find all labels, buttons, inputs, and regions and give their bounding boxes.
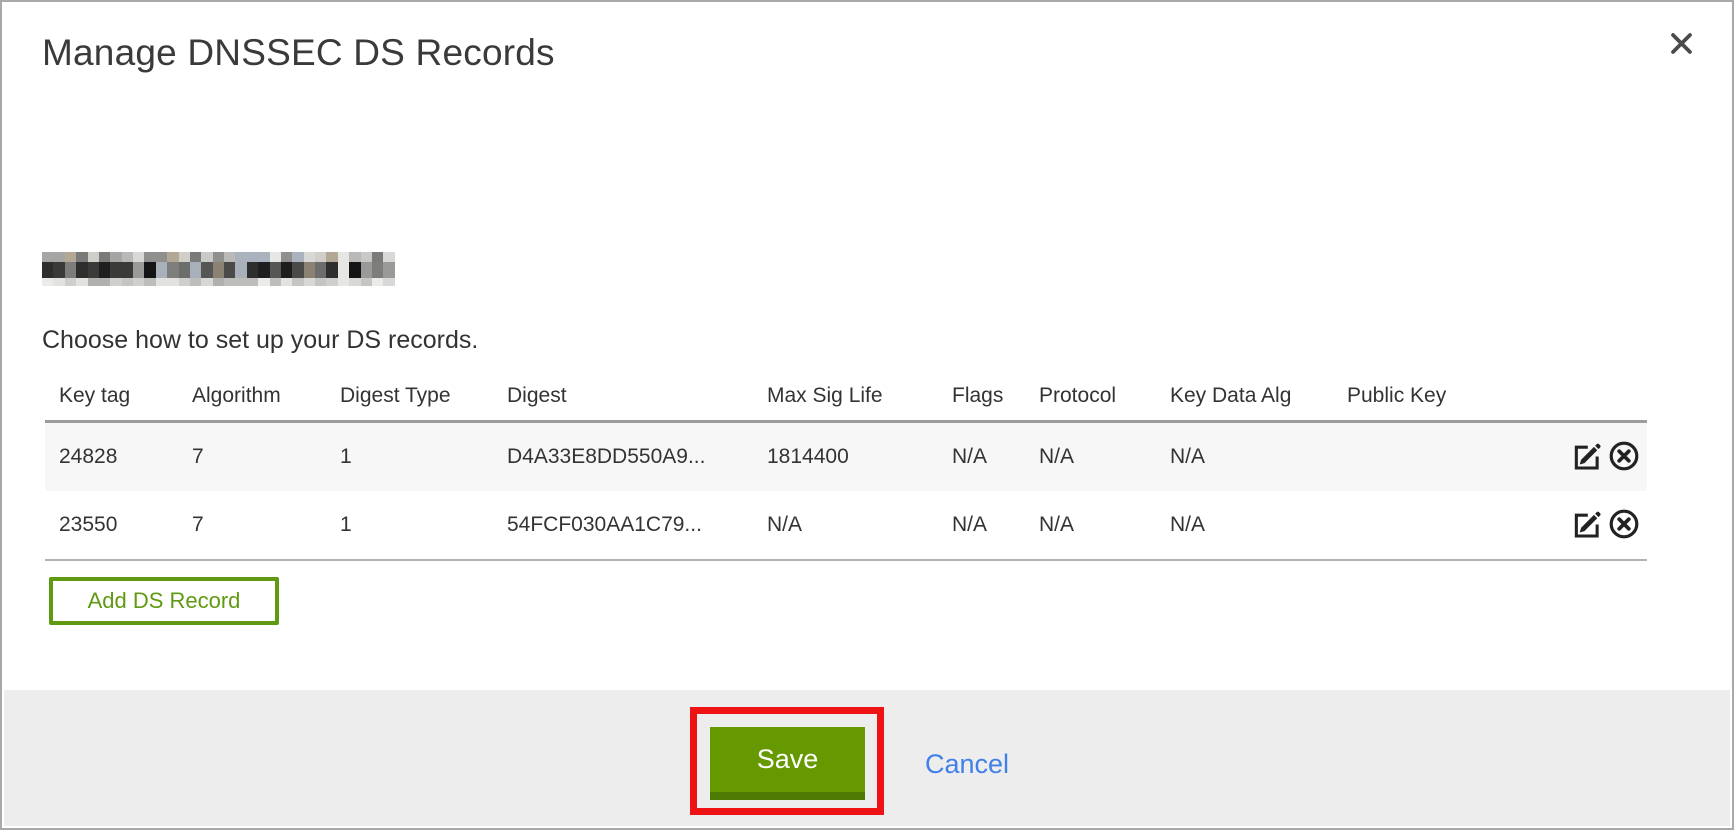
col-header-key-tag: Key tag — [59, 384, 192, 408]
cell-digest: D4A33E8DD550A9... — [507, 445, 767, 469]
cell-protocol: N/A — [1039, 513, 1170, 537]
col-header-algorithm: Algorithm — [192, 384, 340, 408]
cell-key-data-alg: N/A — [1170, 513, 1347, 537]
table-row: 24828 7 1 D4A33E8DD550A9... 1814400 N/A … — [45, 423, 1647, 491]
instruction-text: Choose how to set up your DS records. — [42, 326, 478, 355]
table-row: 23550 7 1 54FCF030AA1C79... N/A N/A N/A … — [45, 491, 1647, 559]
cell-flags: N/A — [952, 513, 1039, 537]
cell-key-tag: 23550 — [59, 513, 192, 537]
col-header-public-key: Public Key — [1347, 384, 1507, 408]
delete-x-circle-icon — [1608, 440, 1640, 475]
edit-icon — [1571, 440, 1603, 475]
cell-digest-type: 1 — [340, 513, 507, 537]
table-header-row: Key tag Algorithm Digest Type Digest Max… — [45, 372, 1647, 420]
cell-algorithm: 7 — [192, 445, 340, 469]
col-header-flags: Flags — [952, 384, 1039, 408]
cancel-link[interactable]: Cancel — [925, 749, 1009, 780]
delete-record-button[interactable] — [1607, 508, 1641, 542]
col-header-max-sig-life: Max Sig Life — [767, 384, 952, 408]
modal-footer — [4, 690, 1730, 826]
cell-digest-type: 1 — [340, 445, 507, 469]
cell-key-data-alg: N/A — [1170, 445, 1347, 469]
cell-digest: 54FCF030AA1C79... — [507, 513, 767, 537]
col-header-digest-type: Digest Type — [340, 384, 507, 408]
table-body: 24828 7 1 D4A33E8DD550A9... 1814400 N/A … — [45, 420, 1647, 561]
delete-x-circle-icon — [1608, 508, 1640, 543]
modal-title: Manage DNSSEC DS Records — [42, 32, 555, 74]
edit-record-button[interactable] — [1570, 508, 1604, 542]
add-ds-record-button[interactable]: Add DS Record — [49, 577, 279, 625]
manage-dnssec-modal: Manage DNSSEC DS Records Choose how to s… — [0, 0, 1734, 830]
ds-records-table: Key tag Algorithm Digest Type Digest Max… — [45, 372, 1647, 561]
save-button[interactable]: Save — [710, 727, 865, 800]
edit-icon — [1571, 508, 1603, 543]
delete-record-button[interactable] — [1607, 440, 1641, 474]
close-icon — [1668, 30, 1695, 60]
cell-key-tag: 24828 — [59, 445, 192, 469]
cell-algorithm: 7 — [192, 513, 340, 537]
cell-flags: N/A — [952, 445, 1039, 469]
close-button[interactable] — [1664, 28, 1698, 62]
cell-max-sig-life: N/A — [767, 513, 952, 537]
cell-max-sig-life: 1814400 — [767, 445, 952, 469]
col-header-digest: Digest — [507, 384, 767, 408]
col-header-key-data-alg: Key Data Alg — [1170, 384, 1347, 408]
cell-protocol: N/A — [1039, 445, 1170, 469]
edit-record-button[interactable] — [1570, 440, 1604, 474]
col-header-protocol: Protocol — [1039, 384, 1170, 408]
redacted-domain — [42, 252, 395, 288]
